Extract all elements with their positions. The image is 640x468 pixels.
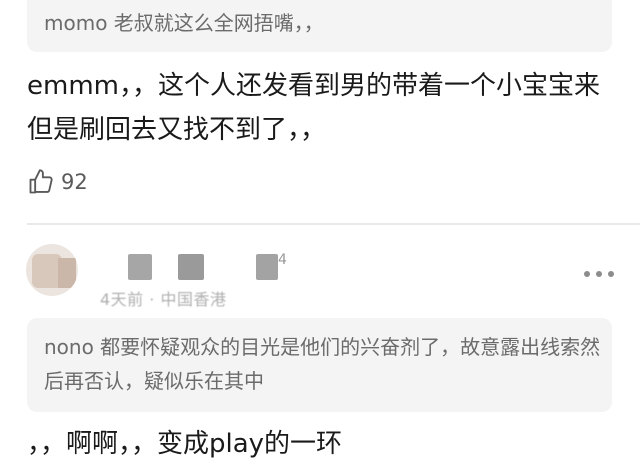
comment-text: emmm，，这个人还发看到男的带着一个小宝宝来但是刷回去又找不到了，， (27, 71, 600, 145)
username-fragment: 4 (278, 252, 287, 268)
comment-text: ，，啊啊，，变成play的一环 (27, 429, 343, 459)
quoted-reply-box[interactable]: momo 老叔就这么全网捂嘴，， (27, 0, 612, 52)
quoted-reply-text: momo 老叔就这么全网捂嘴，， (44, 11, 324, 35)
comment-feed: momo 老叔就这么全网捂嘴，， emmm，，这个人还发看到男的带着一个小宝宝来… (0, 0, 640, 468)
quoted-reply-box[interactable]: nono 都要怀疑观众的目光是他们的兴奋剂了，故意露出线索然后再否认，疑似乐在其… (27, 318, 612, 412)
username-redacted (128, 254, 152, 280)
avatar[interactable] (26, 244, 78, 296)
like-button[interactable]: 92 (27, 166, 88, 198)
thumbs-up-icon (29, 169, 53, 194)
more-dots-icon (584, 271, 590, 277)
quoted-reply-text: nono 都要怀疑观众的目光是他们的兴奋剂了，故意露出线索然后再否认，疑似乐在其… (44, 335, 601, 393)
more-options-button[interactable] (584, 262, 614, 286)
username-redacted (178, 254, 204, 280)
username-redacted (256, 254, 278, 280)
like-count: 92 (61, 170, 88, 194)
comment-meta: 4天前 · 中国香港 (100, 290, 227, 309)
comment-divider (27, 223, 640, 225)
